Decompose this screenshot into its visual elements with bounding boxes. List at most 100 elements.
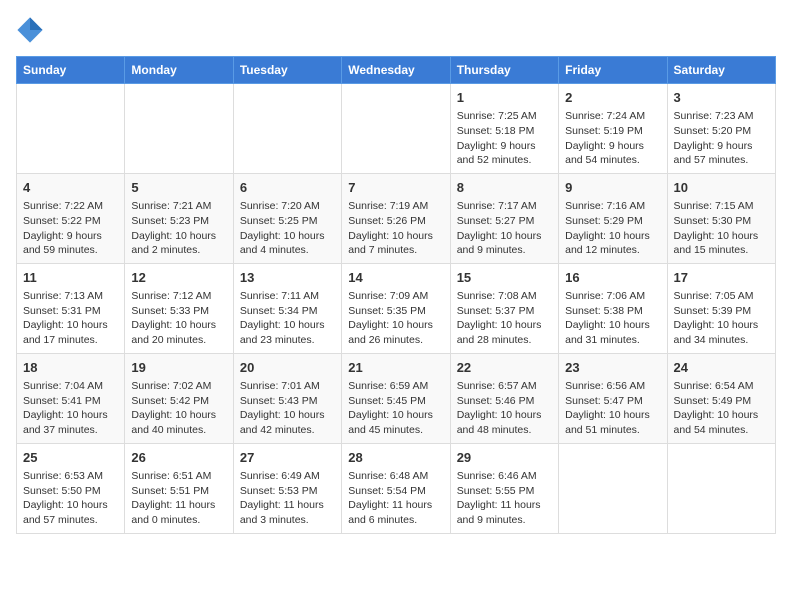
day-detail: Sunrise: 7:12 AMSunset: 5:33 PMDaylight:… [131,289,226,348]
day-detail: Sunrise: 6:59 AMSunset: 5:45 PMDaylight:… [348,379,443,438]
day-number: 20 [240,359,335,377]
week-row-4: 18 Sunrise: 7:04 AMSunset: 5:41 PMDayligh… [17,353,776,443]
day-detail: Sunrise: 7:20 AMSunset: 5:25 PMDaylight:… [240,199,335,258]
table-cell: 24Sunrise: 6:54 AMSunset: 5:49 PMDayligh… [667,353,775,443]
table-cell: 14 Sunrise: 7:09 AMSunset: 5:35 PMDayligh… [342,263,450,353]
table-cell: 5 Sunrise: 7:21 AMSunset: 5:23 PMDaylight… [125,173,233,263]
table-cell [342,84,450,174]
day-number: 15 [457,269,552,287]
logo-icon [16,16,44,44]
day-number: 16 [565,269,660,287]
day-number: 6 [240,179,335,197]
day-number: 17 [674,269,769,287]
day-detail: Sunrise: 7:04 AMSunset: 5:41 PMDaylight:… [23,379,118,438]
header-day-monday: Monday [125,57,233,84]
table-cell: 27 Sunrise: 6:49 AMSunset: 5:53 PMDayligh… [233,443,341,533]
day-number: 28 [348,449,443,467]
day-detail: Sunrise: 7:02 AMSunset: 5:42 PMDaylight:… [131,379,226,438]
day-detail: Sunrise: 6:46 AMSunset: 5:55 PMDaylight:… [457,469,552,528]
day-number: 9 [565,179,660,197]
calendar-header-row: SundayMondayTuesdayWednesdayThursdayFrid… [17,57,776,84]
week-row-1: 1 Sunrise: 7:25 AMSunset: 5:18 PMDaylight… [17,84,776,174]
day-detail: Sunrise: 7:19 AMSunset: 5:26 PMDaylight:… [348,199,443,258]
day-number: 5 [131,179,226,197]
header-day-friday: Friday [559,57,667,84]
table-cell: 22Sunrise: 6:57 AMSunset: 5:46 PMDayligh… [450,353,558,443]
table-cell: 26 Sunrise: 6:51 AMSunset: 5:51 PMDayligh… [125,443,233,533]
table-cell: 29 Sunrise: 6:46 AMSunset: 5:55 PMDayligh… [450,443,558,533]
table-cell: 6 Sunrise: 7:20 AMSunset: 5:25 PMDaylight… [233,173,341,263]
table-cell [125,84,233,174]
day-number: 19 [131,359,226,377]
header-day-wednesday: Wednesday [342,57,450,84]
day-number: 26 [131,449,226,467]
day-detail: Sunrise: 7:09 AMSunset: 5:35 PMDaylight:… [348,289,443,348]
day-detail: Sunrise: 7:08 AMSunset: 5:37 PMDaylight:… [457,289,552,348]
table-cell: 3 Sunrise: 7:23 AMSunset: 5:20 PMDaylight… [667,84,775,174]
table-cell: 18 Sunrise: 7:04 AMSunset: 5:41 PMDayligh… [17,353,125,443]
day-detail: Sunrise: 7:01 AMSunset: 5:43 PMDaylight:… [240,379,335,438]
table-cell: 10 Sunrise: 7:15 AMSunset: 5:30 PMDayligh… [667,173,775,263]
table-cell [17,84,125,174]
day-number: 1 [457,89,552,107]
table-cell: 9 Sunrise: 7:16 AMSunset: 5:29 PMDaylight… [559,173,667,263]
table-cell: 21 Sunrise: 6:59 AMSunset: 5:45 PMDayligh… [342,353,450,443]
day-number: 18 [23,359,118,377]
week-row-3: 11Sunrise: 7:13 AMSunset: 5:31 PMDayligh… [17,263,776,353]
calendar-table: SundayMondayTuesdayWednesdayThursdayFrid… [16,56,776,534]
table-cell: 1 Sunrise: 7:25 AMSunset: 5:18 PMDaylight… [450,84,558,174]
table-cell: 16 Sunrise: 7:06 AMSunset: 5:38 PMDayligh… [559,263,667,353]
table-cell: 15 Sunrise: 7:08 AMSunset: 5:37 PMDayligh… [450,263,558,353]
table-cell [233,84,341,174]
table-cell: 20 Sunrise: 7:01 AMSunset: 5:43 PMDayligh… [233,353,341,443]
table-cell: 11Sunrise: 7:13 AMSunset: 5:31 PMDayligh… [17,263,125,353]
day-number: 7 [348,179,443,197]
day-number: 10 [674,179,769,197]
day-detail: Sunrise: 7:24 AMSunset: 5:19 PMDaylight:… [565,109,660,168]
table-cell [559,443,667,533]
day-number: 25 [23,449,118,467]
day-number: 27 [240,449,335,467]
day-number: 21 [348,359,443,377]
day-number: 11 [23,269,118,287]
day-detail: Sunrise: 7:16 AMSunset: 5:29 PMDaylight:… [565,199,660,258]
table-cell: 28 Sunrise: 6:48 AMSunset: 5:54 PMDayligh… [342,443,450,533]
day-number: 2 [565,89,660,107]
table-cell: 13Sunrise: 7:11 AMSunset: 5:34 PMDayligh… [233,263,341,353]
header-day-saturday: Saturday [667,57,775,84]
day-number: 14 [348,269,443,287]
day-detail: Sunrise: 7:22 AMSunset: 5:22 PMDaylight:… [23,199,118,258]
day-number: 29 [457,449,552,467]
day-detail: Sunrise: 7:06 AMSunset: 5:38 PMDaylight:… [565,289,660,348]
day-detail: Sunrise: 6:53 AMSunset: 5:50 PMDaylight:… [23,469,118,528]
week-row-2: 4 Sunrise: 7:22 AMSunset: 5:22 PMDaylight… [17,173,776,263]
day-number: 12 [131,269,226,287]
day-number: 3 [674,89,769,107]
day-detail: Sunrise: 7:23 AMSunset: 5:20 PMDaylight:… [674,109,769,168]
day-number: 4 [23,179,118,197]
day-detail: Sunrise: 6:49 AMSunset: 5:53 PMDaylight:… [240,469,335,528]
day-detail: Sunrise: 6:56 AMSunset: 5:47 PMDaylight:… [565,379,660,438]
day-detail: Sunrise: 7:21 AMSunset: 5:23 PMDaylight:… [131,199,226,258]
header-day-thursday: Thursday [450,57,558,84]
table-cell: 19 Sunrise: 7:02 AMSunset: 5:42 PMDayligh… [125,353,233,443]
table-cell: 23Sunrise: 6:56 AMSunset: 5:47 PMDayligh… [559,353,667,443]
logo [16,16,48,44]
table-cell: 8Sunrise: 7:17 AMSunset: 5:27 PMDaylight… [450,173,558,263]
day-detail: Sunrise: 6:51 AMSunset: 5:51 PMDaylight:… [131,469,226,528]
day-detail: Sunrise: 7:25 AMSunset: 5:18 PMDaylight:… [457,109,552,168]
day-detail: Sunrise: 7:17 AMSunset: 5:27 PMDaylight:… [457,199,552,258]
page-header [16,16,776,44]
table-cell: 25 Sunrise: 6:53 AMSunset: 5:50 PMDayligh… [17,443,125,533]
day-detail: Sunrise: 6:48 AMSunset: 5:54 PMDaylight:… [348,469,443,528]
table-cell [667,443,775,533]
day-number: 13 [240,269,335,287]
day-detail: Sunrise: 6:54 AMSunset: 5:49 PMDaylight:… [674,379,769,438]
day-detail: Sunrise: 6:57 AMSunset: 5:46 PMDaylight:… [457,379,552,438]
day-detail: Sunrise: 7:15 AMSunset: 5:30 PMDaylight:… [674,199,769,258]
table-cell: 4 Sunrise: 7:22 AMSunset: 5:22 PMDaylight… [17,173,125,263]
table-cell: 2 Sunrise: 7:24 AMSunset: 5:19 PMDaylight… [559,84,667,174]
header-day-tuesday: Tuesday [233,57,341,84]
table-cell: 7 Sunrise: 7:19 AMSunset: 5:26 PMDaylight… [342,173,450,263]
day-detail: Sunrise: 7:05 AMSunset: 5:39 PMDaylight:… [674,289,769,348]
